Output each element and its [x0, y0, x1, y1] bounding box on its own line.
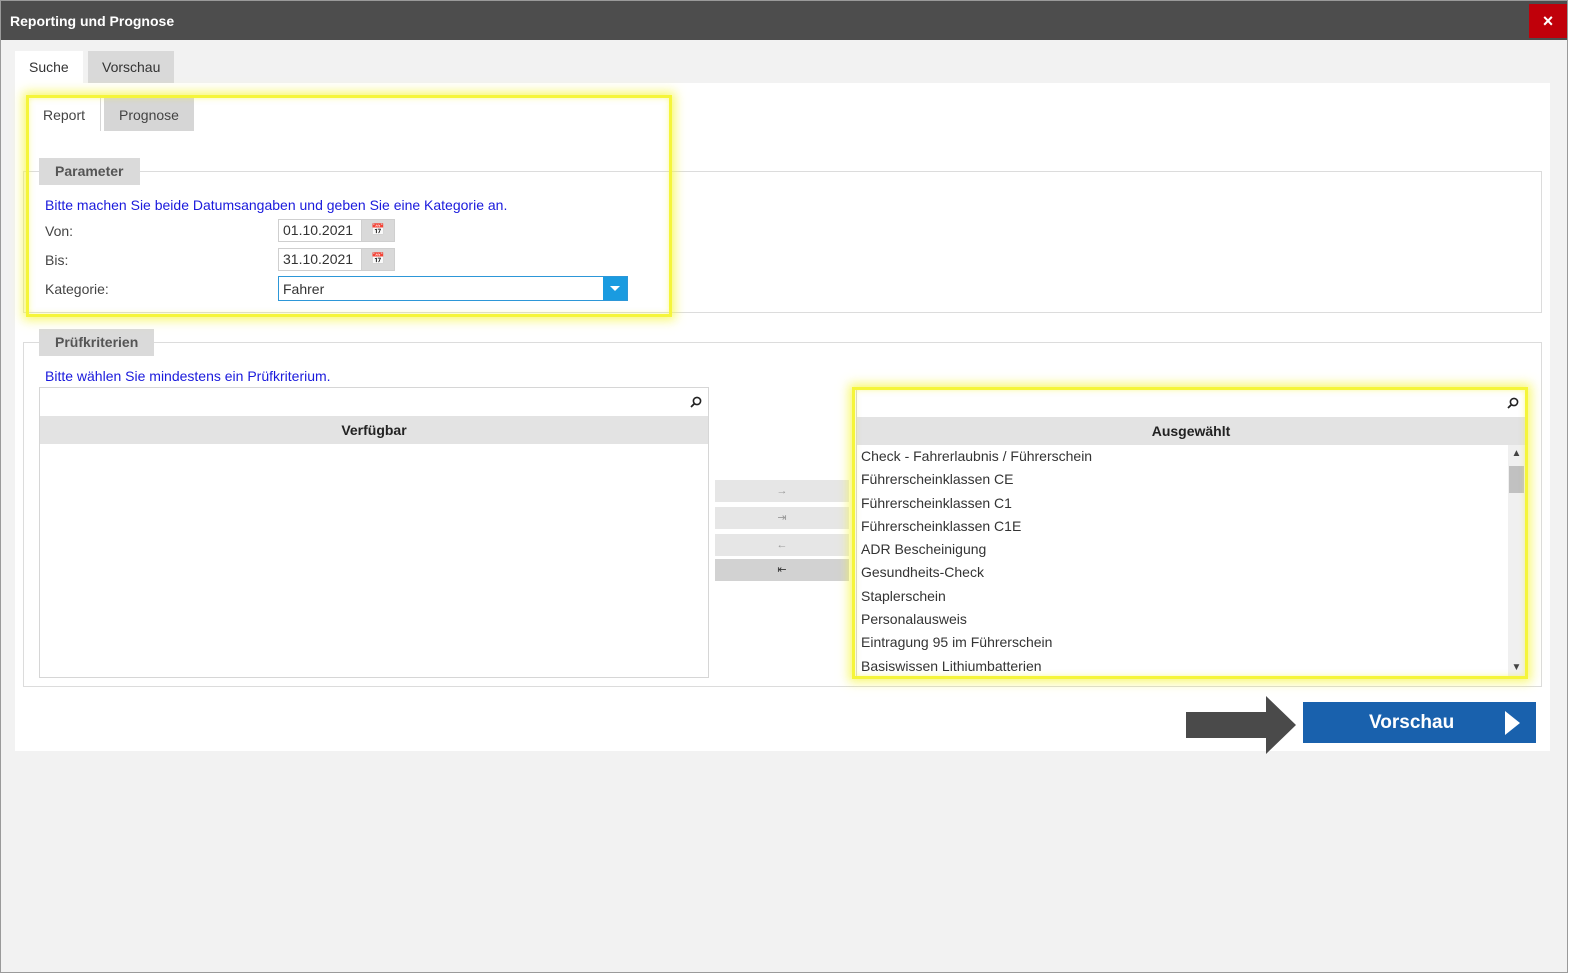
list-item[interactable]: Eintragung 95 im Führerschein — [857, 631, 1508, 654]
list-item[interactable]: Personalausweis — [857, 608, 1508, 631]
available-search-input[interactable] — [40, 388, 708, 416]
move-right-icon: → — [776, 485, 788, 497]
selected-scrollbar[interactable]: ▲ ▼ — [1508, 445, 1525, 676]
tab-vorschau[interactable]: Vorschau — [88, 51, 175, 83]
chevron-down-icon[interactable] — [603, 277, 627, 300]
available-items — [40, 444, 708, 677]
close-button[interactable]: × — [1529, 4, 1567, 38]
kategorie-label: Kategorie: — [45, 281, 109, 297]
list-item[interactable]: Check - Fahrerlaubnis / Führerschein — [857, 445, 1508, 468]
von-date-input[interactable]: 01.10.2021 — [278, 219, 362, 242]
selected-items: Check - Fahrerlaubnis / Führerschein Führ… — [857, 445, 1508, 676]
bis-calendar-button[interactable]: 📅 — [361, 248, 395, 271]
pointer-arrow-icon — [1186, 696, 1296, 754]
list-item[interactable]: Staplerschein — [857, 585, 1508, 608]
play-arrow-icon — [1505, 711, 1520, 735]
selected-search-input[interactable] — [857, 389, 1525, 417]
move-all-left-button[interactable]: ⇤ — [715, 559, 849, 581]
kategorie-value: Fahrer — [283, 281, 325, 297]
calendar-icon: 📅 — [371, 253, 385, 265]
list-item[interactable]: Führerscheinklassen C1 — [857, 492, 1508, 515]
scroll-thumb[interactable] — [1509, 466, 1524, 493]
available-list: Verfügbar — [39, 387, 709, 678]
list-item[interactable]: Führerscheinklassen C1E — [857, 515, 1508, 538]
selected-list: Ausgewählt Check - Fahrerlaubnis / Führe… — [856, 388, 1526, 677]
search-icon[interactable] — [690, 396, 702, 408]
close-icon: × — [1542, 11, 1554, 31]
pruefkriterien-hint: Bitte wählen Sie mindestens ein Prüfkrit… — [45, 368, 331, 384]
scroll-down-icon[interactable]: ▼ — [1508, 659, 1525, 676]
bis-date-input[interactable]: 31.10.2021 — [278, 248, 362, 271]
tab-suche[interactable]: Suche — [15, 51, 83, 83]
selected-header: Ausgewählt — [857, 417, 1525, 445]
move-all-right-button[interactable]: ⇥ — [715, 507, 849, 529]
move-left-icon: ← — [776, 539, 788, 551]
parameter-fieldset — [23, 171, 1542, 313]
von-calendar-button[interactable]: 📅 — [361, 219, 395, 242]
pruefkriterien-legend: Prüfkriterien — [39, 329, 155, 356]
move-all-right-icon: ⇥ — [777, 512, 787, 524]
kategorie-select[interactable]: Fahrer — [278, 276, 628, 301]
available-header: Verfügbar — [40, 416, 708, 444]
scroll-up-icon[interactable]: ▲ — [1508, 445, 1525, 462]
dialog-title: Reporting und Prognose — [10, 13, 175, 29]
bis-label: Bis: — [45, 252, 69, 268]
move-right-button[interactable]: → — [715, 480, 849, 502]
calendar-icon: 📅 — [371, 224, 385, 236]
move-all-left-icon: ⇤ — [777, 564, 787, 576]
parameter-legend: Parameter — [39, 158, 140, 185]
search-icon[interactable] — [1507, 397, 1519, 409]
list-item[interactable]: Gesundheits-Check — [857, 561, 1508, 584]
subtab-prognose[interactable]: Prognose — [104, 98, 194, 131]
titlebar: Reporting und Prognose × — [1, 1, 1567, 40]
parameter-hint: Bitte machen Sie beide Datumsangaben und… — [45, 197, 508, 213]
vorschau-button-label: Vorschau — [1369, 712, 1455, 733]
list-item[interactable]: Führerscheinklassen CE — [857, 468, 1508, 491]
list-item[interactable]: Basiswissen Lithiumbatterien — [857, 655, 1508, 676]
move-left-button[interactable]: ← — [715, 534, 849, 556]
von-label: Von: — [45, 223, 74, 239]
subtab-report[interactable]: Report — [28, 98, 102, 131]
vorschau-button[interactable]: Vorschau — [1303, 702, 1536, 743]
list-item[interactable]: ADR Bescheinigung — [857, 538, 1508, 561]
report-dialog: Reporting und Prognose × Suche Vorschau … — [0, 0, 1568, 973]
